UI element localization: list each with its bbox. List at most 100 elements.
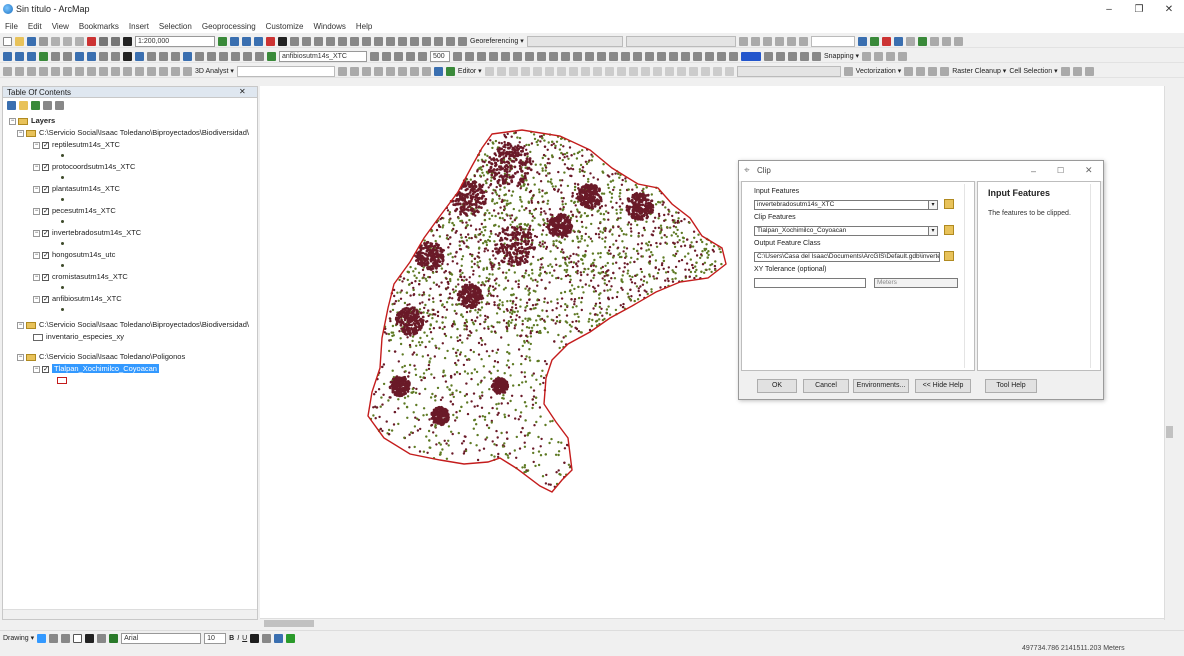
tool-ce-icon[interactable] xyxy=(361,66,371,76)
tool-v-icon[interactable] xyxy=(941,36,951,46)
tool-bk-icon[interactable] xyxy=(800,51,809,61)
tool-ch-icon[interactable] xyxy=(397,66,407,76)
layer-name[interactable]: invertebradosutm14s_XTC xyxy=(52,228,141,237)
layer-name[interactable]: plantasutm14s_XTC xyxy=(52,184,120,193)
vector-tool-d-icon[interactable] xyxy=(928,66,938,76)
layer-visibility-checkbox[interactable] xyxy=(42,206,49,218)
vector-tool-c-icon[interactable] xyxy=(916,66,926,76)
tool-y-icon[interactable] xyxy=(195,51,204,61)
tool-bi-icon[interactable] xyxy=(776,51,785,61)
layer-name[interactable]: protocoordsutm14s_XTC xyxy=(52,162,135,171)
identify-icon[interactable] xyxy=(135,51,144,61)
layer-visibility-checkbox[interactable] xyxy=(42,184,49,196)
back-icon[interactable] xyxy=(75,51,84,61)
layer-visibility-checkbox[interactable] xyxy=(42,364,49,376)
toc-folder3-row[interactable]: − C:\Servicio Social\Isaac Toledano\Polig… xyxy=(17,351,257,363)
tool-cf-icon[interactable] xyxy=(373,66,383,76)
toc-table-row[interactable]: inventario_especies_xy xyxy=(33,331,124,343)
tool-ag-icon[interactable] xyxy=(394,51,403,61)
snap-point-icon[interactable] xyxy=(862,51,872,61)
tool-a-icon[interactable] xyxy=(302,36,311,46)
toc-layers-row[interactable]: − Layers xyxy=(9,115,55,127)
toc-layer-row[interactable]: −reptilesutm14s_XTC xyxy=(33,139,120,152)
tool-aa-icon[interactable] xyxy=(219,51,228,61)
tool-am-icon[interactable] xyxy=(489,51,498,61)
menu-customize[interactable]: Customize xyxy=(261,20,309,33)
clear-selection-icon[interactable] xyxy=(111,51,120,61)
vectorization-menu[interactable]: Vectorization ▾ xyxy=(856,67,902,75)
tool-g-icon[interactable] xyxy=(374,36,383,46)
tool-bg-icon[interactable] xyxy=(729,51,738,61)
layer-input[interactable] xyxy=(810,35,855,47)
tool-c-icon[interactable] xyxy=(326,36,335,46)
layer-visibility-checkbox[interactable] xyxy=(42,140,49,152)
tool-i-icon[interactable] xyxy=(398,36,407,46)
zoom-out-icon[interactable] xyxy=(15,51,24,61)
tool-o-icon[interactable] xyxy=(857,36,867,46)
toc-options-icon[interactable] xyxy=(55,100,64,110)
tool-ae-icon[interactable] xyxy=(370,51,379,61)
tool-w-icon[interactable] xyxy=(953,36,963,46)
tool-ar-icon[interactable] xyxy=(549,51,558,61)
toc-layer-row[interactable]: − invertebradosutm14s_XTC xyxy=(33,227,141,240)
table-name[interactable]: inventario_especies_xy xyxy=(46,332,124,341)
hyperlink-tool-icon[interactable] xyxy=(171,51,180,61)
tool-u-icon[interactable] xyxy=(929,36,939,46)
editor-menu[interactable]: Editor ▾ xyxy=(458,67,482,75)
tool-aw-icon[interactable] xyxy=(609,51,618,61)
python-icon[interactable] xyxy=(278,36,287,46)
tool-af-icon[interactable] xyxy=(382,51,391,61)
tool-bq-icon[interactable] xyxy=(51,66,60,76)
georef-layer-combo[interactable] xyxy=(526,35,623,47)
tool-bz-icon[interactable] xyxy=(159,66,168,76)
vector-tool-a-icon[interactable] xyxy=(843,66,853,76)
collapse-icon[interactable]: − xyxy=(33,251,40,259)
raster-cleanup-menu[interactable]: Raster Cleanup ▾ xyxy=(952,67,1006,75)
tool-bt-icon[interactable] xyxy=(87,66,96,76)
tool-m-icon[interactable] xyxy=(446,36,455,46)
menu-selection[interactable]: Selection xyxy=(154,20,197,33)
close-button[interactable]: ✕ xyxy=(1154,2,1184,18)
list-by-source-icon[interactable] xyxy=(19,100,28,110)
tool-ah-icon[interactable] xyxy=(406,51,415,61)
forward-icon[interactable] xyxy=(87,51,96,61)
vector-tool-b-icon[interactable] xyxy=(904,66,914,76)
layer-name[interactable]: anfibiosutm14s_XTC xyxy=(52,294,122,303)
maximize-button[interactable]: ❐ xyxy=(1124,2,1154,18)
layer-visibility-checkbox[interactable] xyxy=(42,250,49,262)
scale-combo[interactable]: 1:200,000 xyxy=(135,35,215,47)
tool-t-icon[interactable] xyxy=(917,36,927,46)
tool-aj-icon[interactable] xyxy=(453,51,462,61)
layer-visibility-checkbox[interactable] xyxy=(42,228,49,240)
tool-bw-icon[interactable] xyxy=(123,66,132,76)
color-swatch-icon[interactable] xyxy=(741,51,761,61)
select-features-icon[interactable] xyxy=(99,51,108,61)
collapse-icon[interactable]: − xyxy=(33,163,40,171)
snap-vertex-icon[interactable] xyxy=(886,51,896,61)
toc-selected-layer-row[interactable]: −Tlalpan_Xochimilco_Coyoacan xyxy=(33,363,159,376)
collapse-icon[interactable]: − xyxy=(33,141,40,149)
collapse-icon[interactable]: − xyxy=(33,229,40,237)
snap-edge-icon[interactable] xyxy=(898,51,908,61)
add-data-icon[interactable] xyxy=(123,36,132,46)
tool-bv-icon[interactable] xyxy=(111,66,120,76)
tool-cj-icon[interactable] xyxy=(421,66,431,76)
menu-geoprocessing[interactable]: Geoprocessing xyxy=(197,20,261,33)
collapse-icon[interactable]: − xyxy=(9,117,16,125)
list-by-selection-icon[interactable] xyxy=(43,100,52,110)
toc-close-icon[interactable]: ✕ xyxy=(239,87,246,96)
html-popup-icon[interactable] xyxy=(798,36,808,46)
tool-bc-icon[interactable] xyxy=(681,51,690,61)
full-extent-icon[interactable] xyxy=(39,51,48,61)
copy-icon[interactable] xyxy=(63,36,72,46)
collapse-icon[interactable]: − xyxy=(33,273,40,281)
cell-tool-a-icon[interactable] xyxy=(1060,66,1070,76)
tool-az-icon[interactable] xyxy=(645,51,654,61)
tool-x-icon[interactable] xyxy=(183,51,192,61)
collapse-icon[interactable]: − xyxy=(17,129,24,137)
fixed-zoom-in-icon[interactable] xyxy=(51,51,60,61)
toc-folder2-row[interactable]: − C:\Servicio Social\Isaac Toledano\Bipro… xyxy=(17,319,257,331)
menu-windows[interactable]: Windows xyxy=(308,20,350,33)
minimize-button[interactable]: – xyxy=(1094,2,1124,18)
arctoolbox-icon[interactable] xyxy=(266,36,275,46)
